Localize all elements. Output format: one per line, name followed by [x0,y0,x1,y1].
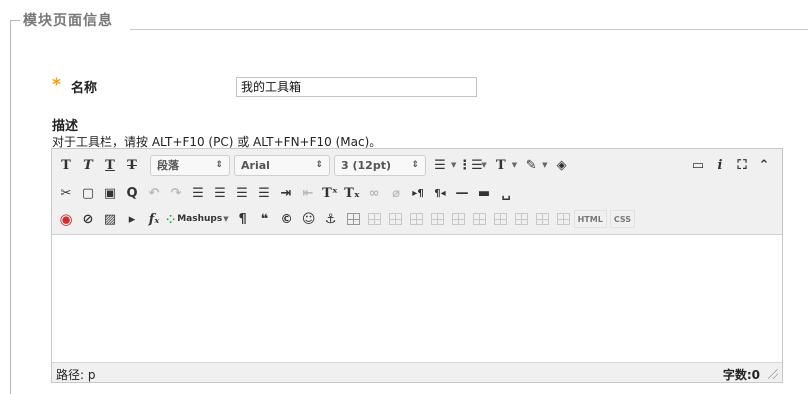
insert-table-icon[interactable] [346,213,360,225]
nonbreaking-space-icon[interactable]: ␣ [496,183,516,203]
italic-icon[interactable]: T [78,155,98,175]
record-icon[interactable]: ◉ [56,209,76,229]
highlight-pen-icon[interactable]: ✎ [521,155,541,175]
outdent-icon[interactable]: ⇤ [298,183,318,203]
font-family-select[interactable]: Arial ⇕ [234,154,330,176]
select-arrows-icon: ⇕ [215,160,223,170]
font-family-select-value: Arial [241,158,270,172]
preview-icon[interactable]: ▭ [688,155,708,175]
table-split-cells-icon[interactable] [556,213,570,225]
format-select[interactable]: 段落 ⇕ [150,154,230,176]
table-delete-icon[interactable] [388,213,402,225]
subscript-icon[interactable]: Tₓ [342,183,362,203]
link-icon[interactable]: ∞ [364,183,384,203]
paragraph-mark-icon[interactable]: ¶ [233,209,253,229]
editor-statusbar: 路径: p 字数:0 [52,362,782,382]
table-insert-col-before-icon[interactable] [493,213,507,225]
toolbar-row-3: ◉ ⊘ ▨ ▸ fₓ ⁘ Mashups ▼ ¶ ❝ © ☺ ⚓ HTML CS… [56,207,638,231]
chevron-down-icon[interactable]: ▼ [481,161,486,169]
find-icon[interactable]: Q [122,183,142,203]
undo-icon[interactable]: ↶ [144,183,164,203]
css-button[interactable]: CSS [609,210,636,228]
html-source-button[interactable]: HTML [573,210,607,228]
toolbar-row-2: ✂ ▢ ▣ Q ↶ ↷ ☰ ☰ ☰ ☰ ⇥ ⇤ Tˣ Tₓ ∞ ⌀ ▸¶ ¶◂ … [56,181,518,205]
emoticon-icon[interactable]: ☺ [299,209,319,229]
chevron-down-icon[interactable]: ▼ [542,161,547,169]
redo-icon[interactable]: ↷ [166,183,186,203]
resize-handle-icon[interactable] [768,369,778,379]
table-cell-props-icon[interactable] [409,213,423,225]
align-center-icon[interactable]: ☰ [210,183,230,203]
fieldset-border-left [10,20,11,394]
attachment-icon[interactable]: ⊘ [78,209,98,229]
section-divider [130,29,808,30]
ltr-paragraph-icon[interactable]: ▸¶ [408,183,428,203]
anchor-icon[interactable]: ⚓ [321,209,341,229]
editor-content-area[interactable] [52,236,782,362]
name-input[interactable]: 我的工具箱 [236,77,477,97]
font-size-select[interactable]: 3 (12pt) ⇕ [334,154,426,176]
select-arrows-icon: ⇕ [315,160,323,170]
required-asterisk: * [52,75,61,95]
mashups-button[interactable]: ⁘ Mashups [166,209,222,229]
font-size-select-value: 3 (12pt) [341,158,391,172]
mashups-icon: ⁘ [166,212,176,226]
bullet-list-icon[interactable]: ☰ [430,155,450,175]
select-arrows-icon: ⇕ [411,160,419,170]
toolbar-right-group: ▭ i ⛶ ⌃ [688,153,776,177]
eraser-icon[interactable]: ◈ [552,155,572,175]
table-insert-row-after-icon[interactable] [451,213,465,225]
description-label: 描述 [52,119,79,134]
strikethrough-icon[interactable]: T [122,155,142,175]
horizontal-rule-icon[interactable]: — [452,183,472,203]
superscript-icon[interactable]: Tˣ [320,183,340,203]
section-title: 模块页面信息 [23,13,113,29]
toolbar-row-1: T T T T 段落 ⇕ Arial ⇕ 3 (12pt) ⇕ ☰ ▼ ⋮☰ ▼… [56,153,574,177]
word-count: 字数:0 [722,368,760,382]
table-insert-row-before-icon[interactable] [430,213,444,225]
element-path: 路径: p [56,368,96,382]
fieldset-border-top [10,20,20,21]
math-formula-icon[interactable]: fₓ [144,209,164,229]
text-color-icon[interactable]: T [491,155,511,175]
copy-icon[interactable]: ▢ [78,183,98,203]
bold-icon[interactable]: T [56,155,76,175]
indent-icon[interactable]: ⇥ [276,183,296,203]
insert-line-icon[interactable]: ▬ [474,183,494,203]
copyright-symbol-icon[interactable]: © [277,209,297,229]
chevron-down-icon[interactable]: ▼ [512,161,517,169]
underline-icon[interactable]: T [100,155,120,175]
blockquote-icon[interactable]: ❝ [255,209,275,229]
rich-text-editor: T T T T 段落 ⇕ Arial ⇕ 3 (12pt) ⇕ ☰ ▼ ⋮☰ ▼… [51,148,783,383]
table-row-props-icon[interactable] [367,213,381,225]
mashups-label: Mashups [177,214,223,224]
format-select-value: 段落 [157,159,179,172]
insert-media-icon[interactable]: ▸ [122,209,142,229]
table-delete-col-icon[interactable] [535,213,549,225]
fullscreen-icon[interactable]: ⛶ [732,155,752,175]
align-left-icon[interactable]: ☰ [188,183,208,203]
rtl-paragraph-icon[interactable]: ¶◂ [430,183,450,203]
table-delete-row-icon[interactable] [472,213,486,225]
chevron-down-icon[interactable]: ▼ [223,215,228,223]
paste-icon[interactable]: ▣ [100,183,120,203]
name-label: 名称 [71,81,98,96]
unlink-icon[interactable]: ⌀ [386,183,406,203]
info-icon[interactable]: i [710,155,730,175]
cut-icon[interactable]: ✂ [56,183,76,203]
table-insert-col-after-icon[interactable] [514,213,528,225]
editor-toolbar: T T T T 段落 ⇕ Arial ⇕ 3 (12pt) ⇕ ☰ ▼ ⋮☰ ▼… [52,149,782,235]
align-right-icon[interactable]: ☰ [232,183,252,203]
numbered-list-icon[interactable]: ⋮☰ [458,155,483,175]
justify-icon[interactable]: ☰ [254,183,274,203]
chevron-down-icon[interactable]: ▼ [451,161,456,169]
insert-image-icon[interactable]: ▨ [100,209,120,229]
collapse-toolbar-icon[interactable]: ⌃ [754,155,774,175]
